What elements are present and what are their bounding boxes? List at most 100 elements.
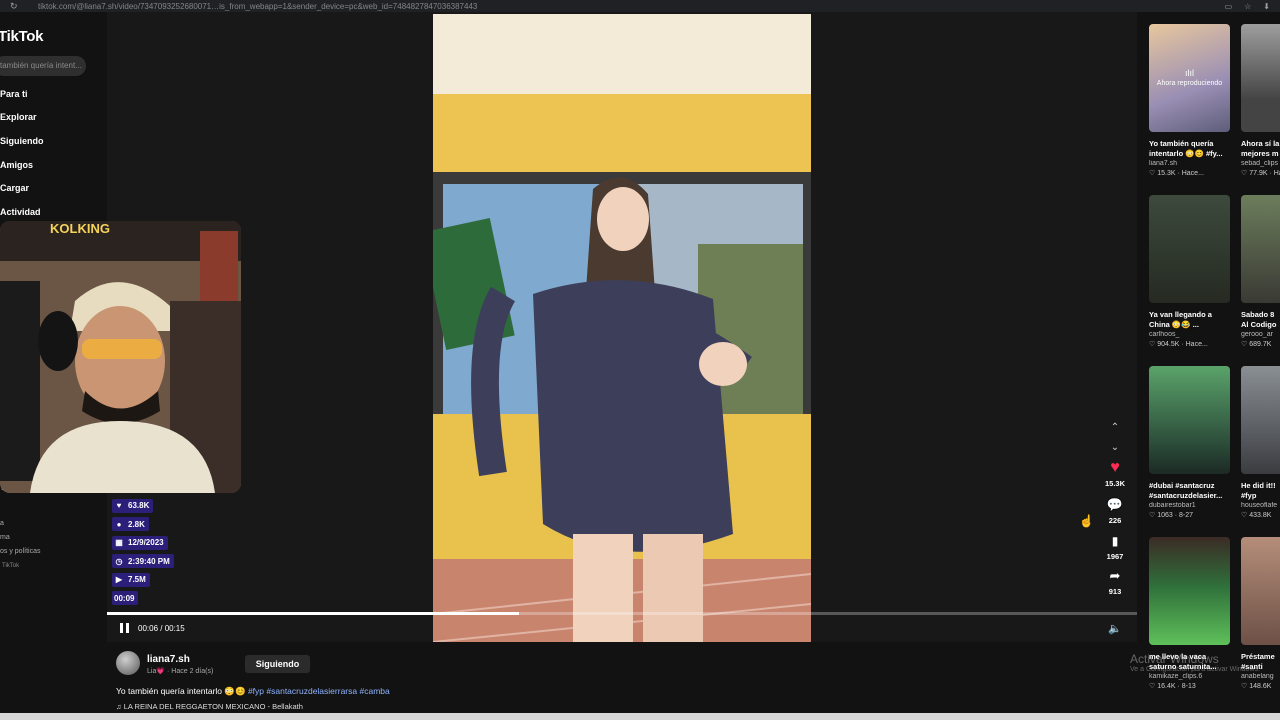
video-title: He did it!! (1241, 481, 1276, 490)
video-title: #dubai #santacruz (1149, 481, 1215, 490)
comment-count: 226 (1108, 516, 1122, 525)
video-thumbnail (1241, 195, 1280, 303)
sidebar-item-cargar[interactable]: Cargar (0, 183, 29, 193)
previous-video-chevron-up-icon[interactable]: ⌃ (1108, 418, 1122, 438)
pause-button[interactable] (118, 622, 130, 634)
stat-time-value: 2:39:40 PM (128, 556, 170, 566)
now-playing-label: Ahora reproduciendo (1156, 80, 1223, 87)
author-subline: Lia💗 · Hace 2 día(s) (147, 668, 214, 675)
hashtag-link[interactable]: #camba (359, 686, 389, 696)
tiktok-logo[interactable]: TikTok (0, 28, 43, 45)
play-icon: ▶ (115, 575, 123, 584)
sidebar-item-explorar[interactable]: Explorar (0, 112, 37, 122)
heart-icon: ♥ (116, 501, 122, 510)
music-link[interactable]: ♫ LA REINA DEL REGGAETON MEXICANO - Bell… (116, 702, 303, 711)
footer-link[interactable]: ma (0, 531, 40, 545)
sidebar-footer-links: a ma os y políticas TikTok (0, 517, 40, 573)
recommended-video-card[interactable]: He did it!! #fyp houseoflafe ♡ 433.8K (1241, 366, 1280, 519)
video-meta: ♡ 16.4K · 8-13 (1149, 683, 1196, 690)
next-video-chevron-down-icon[interactable]: ⌄ (1108, 438, 1122, 458)
save-button[interactable]: ▮ 1967 (1100, 532, 1130, 561)
recommended-video-card[interactable]: #dubai #santacruz #santacruzdelasier... … (1149, 366, 1230, 519)
webcam-overlay: KOLKING (0, 221, 241, 493)
watermark-subtitle: Ve a Configuración para activar Windows. (1130, 666, 1260, 673)
video-thumbnail (1149, 195, 1230, 303)
screen: ↻ tiktok.com/@liana7.sh/video/7347093252… (0, 0, 1280, 720)
video-progress-fill (107, 612, 519, 615)
recommended-video-card[interactable]: Ya van llegando a China 😳😂 ... carlhoos_… (1149, 195, 1230, 348)
post-caption: Yo también quería intentarlo 😳😊 #fyp #sa… (116, 686, 390, 697)
bookmark-icon: ▮ (1111, 534, 1119, 548)
stat-likes-value: 63.8K (128, 501, 150, 510)
video-author: kamikaze_clips.6 (1149, 673, 1203, 680)
video-image (433, 14, 811, 642)
stat-date: ▦ 12/9/2023 (112, 535, 168, 550)
stat-likes: ♥ 63.8K (112, 498, 154, 513)
heart-icon: ♥ (1110, 459, 1120, 476)
video-thumbnail (1241, 537, 1280, 645)
save-count: 1967 (1106, 552, 1124, 561)
stats-panel: ♥ 63.8K ● 2.8K ▦ 12/9/2023 ◷ 2:39:40 PM ▶ 7.5… (112, 495, 174, 606)
sidebar-item-actividad[interactable]: Actividad (0, 207, 41, 217)
time-display: 00:06 / 00:15 (138, 623, 185, 633)
share-button[interactable]: ➦ 913 (1100, 567, 1130, 597)
sidebar-item-amigos[interactable]: Amigos (0, 160, 33, 170)
video-title-line2: #santacruzdelasier... (1149, 491, 1223, 500)
now-playing-badge: ılıl Ahora reproduciendo (1149, 68, 1230, 87)
stat-plays-value: 7.5M (128, 575, 146, 584)
hashtag-link[interactable]: #fyp (248, 686, 264, 696)
bookmark-star-icon[interactable]: ☆ (1244, 2, 1251, 11)
video-thumbnail (1241, 24, 1280, 132)
share-arrow-icon: ➦ (1109, 568, 1121, 583)
like-count: 15.3K (1104, 479, 1125, 488)
video-title-line2: China 😳😂 ... (1149, 320, 1199, 329)
video-author: anabelang (1241, 673, 1274, 680)
recommended-video-card[interactable]: ılıl Ahora reproduciendo Yo también querí… (1149, 24, 1230, 177)
feed-navigation: ⌃ ⌄ (1108, 418, 1122, 458)
comment-button[interactable]: 💬 226 (1100, 496, 1130, 526)
recommended-video-card[interactable]: Sabado 8 Al Codigo gerooo_ar ♡ 689.7K (1241, 195, 1280, 348)
recommended-video-card[interactable]: Ahora sí la mejores m sebad_clips ♡ 77.9… (1241, 24, 1280, 177)
sidebar-item-para-ti[interactable]: Para ti (0, 89, 28, 99)
stat-plays: ▶ 7.5M (112, 572, 150, 587)
volume-icon[interactable]: 🔈 (1108, 622, 1122, 635)
stat-time: ◷ 2:39:40 PM (112, 554, 174, 568)
video-progress-bar[interactable] (107, 612, 1137, 615)
extension-icon[interactable]: ▭ (1225, 2, 1233, 11)
equalizer-icon: ılıl (1185, 68, 1194, 78)
following-button[interactable]: Siguiendo (245, 655, 310, 673)
stat-comments-value: 2.8K (128, 519, 145, 529)
stat-duration: 00:09 (112, 591, 139, 605)
webcam-image: KOLKING (0, 221, 241, 493)
video-title: Sabado 8 (1241, 310, 1275, 319)
sidebar-item-siguiendo[interactable]: Siguiendo (0, 136, 44, 146)
video-meta: ♡ 1063 · 8-27 (1149, 512, 1194, 519)
reload-icon[interactable]: ↻ (10, 1, 24, 12)
author-avatar[interactable] (116, 651, 140, 675)
caption-text: Yo también quería intentarlo (116, 686, 223, 696)
footer-copyright: TikTok (2, 563, 20, 569)
footer-link[interactable]: os y políticas (0, 545, 40, 559)
video-thumbnail (1241, 366, 1280, 474)
download-icon[interactable]: ⬇ (1263, 2, 1270, 11)
video-frame[interactable] (433, 14, 811, 642)
search-input[interactable]: también quería intent... (0, 56, 86, 76)
clock-icon: ◷ (115, 556, 123, 566)
browser-extensions: ▭ ☆ ⬇ (1225, 0, 1270, 12)
video-title: Ya van llegando a (1149, 310, 1212, 319)
video-author: carlhoos_ (1149, 331, 1180, 338)
url-text[interactable]: tiktok.com/@liana7.sh/video/734709325268… (38, 2, 598, 11)
watermark-title: Activar Windows (1130, 652, 1219, 666)
browser-address-bar: ↻ tiktok.com/@liana7.sh/video/7347093252… (0, 0, 1280, 12)
author-username[interactable]: liana7.sh (147, 654, 190, 665)
footer-link[interactable]: a (0, 517, 40, 531)
video-meta: ♡ 15.3K · Hace... (1149, 170, 1204, 177)
windows-activation-watermark: Activar Windows Ve a Configuración para … (1130, 652, 1260, 673)
video-title: Ahora sí la (1241, 139, 1280, 148)
like-button[interactable]: ♥ 15.3K (1100, 459, 1130, 489)
video-author: gerooo_ar (1241, 331, 1273, 338)
video-thumbnail: ılıl Ahora reproduciendo (1149, 24, 1230, 132)
video-author: sebad_clips (1241, 160, 1278, 167)
mouse-cursor-icon: ☝ (1079, 514, 1094, 528)
hashtag-link[interactable]: #santacruzdelasierrarsa (266, 686, 357, 696)
